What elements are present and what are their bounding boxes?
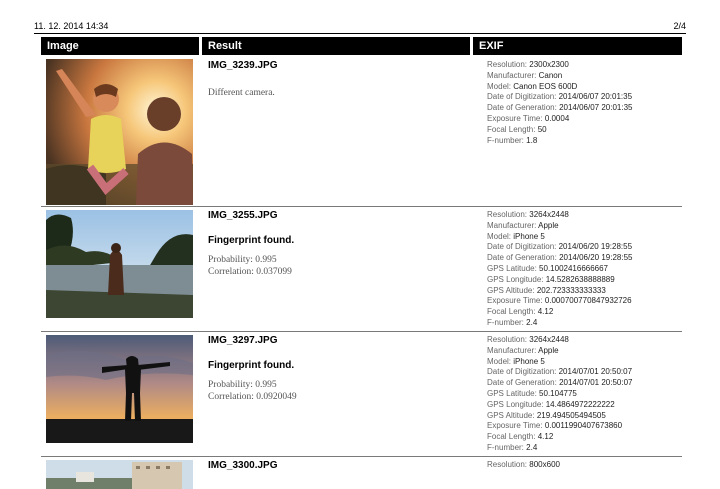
exif-row: Manufacturer: Apple (487, 345, 559, 355)
table-row: IMG_3297.JPG Fingerprint found. Probabil… (41, 332, 682, 456)
exif-row: Focal Length: 4.12 (487, 432, 554, 442)
exif-row: F-number: 2.4 (487, 442, 538, 452)
page-number: 2/4 (673, 21, 686, 31)
photo-thumbnail (46, 335, 193, 443)
exif-row: Manufacturer: Apple (487, 220, 559, 230)
table-row: IMG_3239.JPG Different camera. Resolutio… (41, 57, 682, 205)
file-name: IMG_3300.JPG (208, 460, 278, 471)
probability-value: Probability: 0.995 (208, 380, 277, 390)
photo-thumbnail (46, 460, 193, 489)
exif-row: Resolution: 2300x2300 (487, 60, 569, 69)
exif-row: Manufacturer: Canon (487, 70, 563, 80)
probability-value: Probability: 0.995 (208, 255, 277, 265)
exif-row: GPS Latitude: 50.1002416666667 (487, 263, 609, 273)
result-cell: IMG_3300.JPG (208, 460, 478, 472)
column-header-image: Image (41, 37, 199, 55)
photo-thumbnail (46, 210, 193, 318)
exif-row: Date of Digitization: 2014/06/07 20:01:3… (487, 92, 633, 102)
exif-list: Resolution: 2300x2300 Manufacturer: Cano… (487, 60, 682, 146)
exif-row: Exposure Time: 0.0011990407673860 (487, 421, 623, 431)
fingerprint-status: Fingerprint found. (208, 360, 295, 371)
exif-row: GPS Latitude: 50.104775 (487, 388, 577, 398)
exif-row: Exposure Time: 0.0004 (487, 113, 570, 123)
exif-row: Date of Digitization: 2014/06/20 19:28:5… (487, 242, 633, 252)
exif-row: F-number: 1.8 (487, 135, 538, 145)
table-row: IMG_3300.JPG Resolution: 800x600 (41, 457, 682, 489)
exif-list: Resolution: 800x600 (487, 460, 682, 471)
header-rule (34, 33, 686, 34)
column-header-exif: EXIF (473, 37, 682, 55)
exif-row: GPS Altitude: 202.723333333333 (487, 285, 606, 295)
exif-row: Date of Digitization: 2014/07/01 20:50:0… (487, 367, 633, 377)
result-cell: IMG_3255.JPG Fingerprint found. Probabil… (208, 210, 478, 278)
exif-row: Model: Canon EOS 600D (487, 81, 578, 91)
exif-row: Focal Length: 4.12 (487, 307, 554, 317)
result-cell: IMG_3239.JPG Different camera. (208, 60, 478, 99)
exif-row: Date of Generation: 2014/06/07 20:01:35 (487, 103, 633, 113)
exif-row: Date of Generation: 2014/06/20 19:28:55 (487, 253, 633, 263)
column-header-result: Result (202, 37, 470, 55)
page-header: 11. 12. 2014 14:34 2/4 (34, 20, 686, 32)
file-name: IMG_3255.JPG (208, 210, 278, 221)
result-cell: IMG_3297.JPG Fingerprint found. Probabil… (208, 335, 478, 403)
exif-row: Model: iPhone 5 (487, 231, 545, 241)
exif-row: F-number: 2.4 (487, 317, 538, 327)
exif-row: Focal Length: 50 (487, 124, 547, 134)
exif-list: Resolution: 3264x2448 Manufacturer: Appl… (487, 335, 682, 454)
file-name: IMG_3239.JPG (208, 60, 278, 71)
exif-row: Resolution: 800x600 (487, 460, 560, 469)
exif-row: GPS Longitude: 14.5282638888889 (487, 274, 615, 284)
table-row: IMG_3255.JPG Fingerprint found. Probabil… (41, 207, 682, 331)
exif-list: Resolution: 3264x2448 Manufacturer: Appl… (487, 210, 682, 329)
exif-row: Resolution: 3264x2448 (487, 335, 569, 344)
print-date: 11. 12. 2014 14:34 (34, 21, 109, 31)
exif-row: Date of Generation: 2014/07/01 20:50:07 (487, 378, 633, 388)
exif-row: Resolution: 3264x2448 (487, 210, 569, 219)
correlation-value: Correlation: 0.037099 (208, 267, 292, 277)
exif-row: GPS Altitude: 219.494505494505 (487, 410, 606, 420)
correlation-value: Correlation: 0.0920049 (208, 392, 297, 402)
fingerprint-status: Fingerprint found. (208, 235, 295, 246)
exif-row: Exposure Time: 0.000700770847932726 (487, 296, 632, 306)
file-name: IMG_3297.JPG (208, 335, 278, 346)
result-message: Different camera. (208, 88, 275, 98)
exif-row: Model: iPhone 5 (487, 356, 545, 366)
exif-row: GPS Longitude: 14.4864972222222 (487, 399, 615, 409)
photo-thumbnail (46, 59, 193, 205)
